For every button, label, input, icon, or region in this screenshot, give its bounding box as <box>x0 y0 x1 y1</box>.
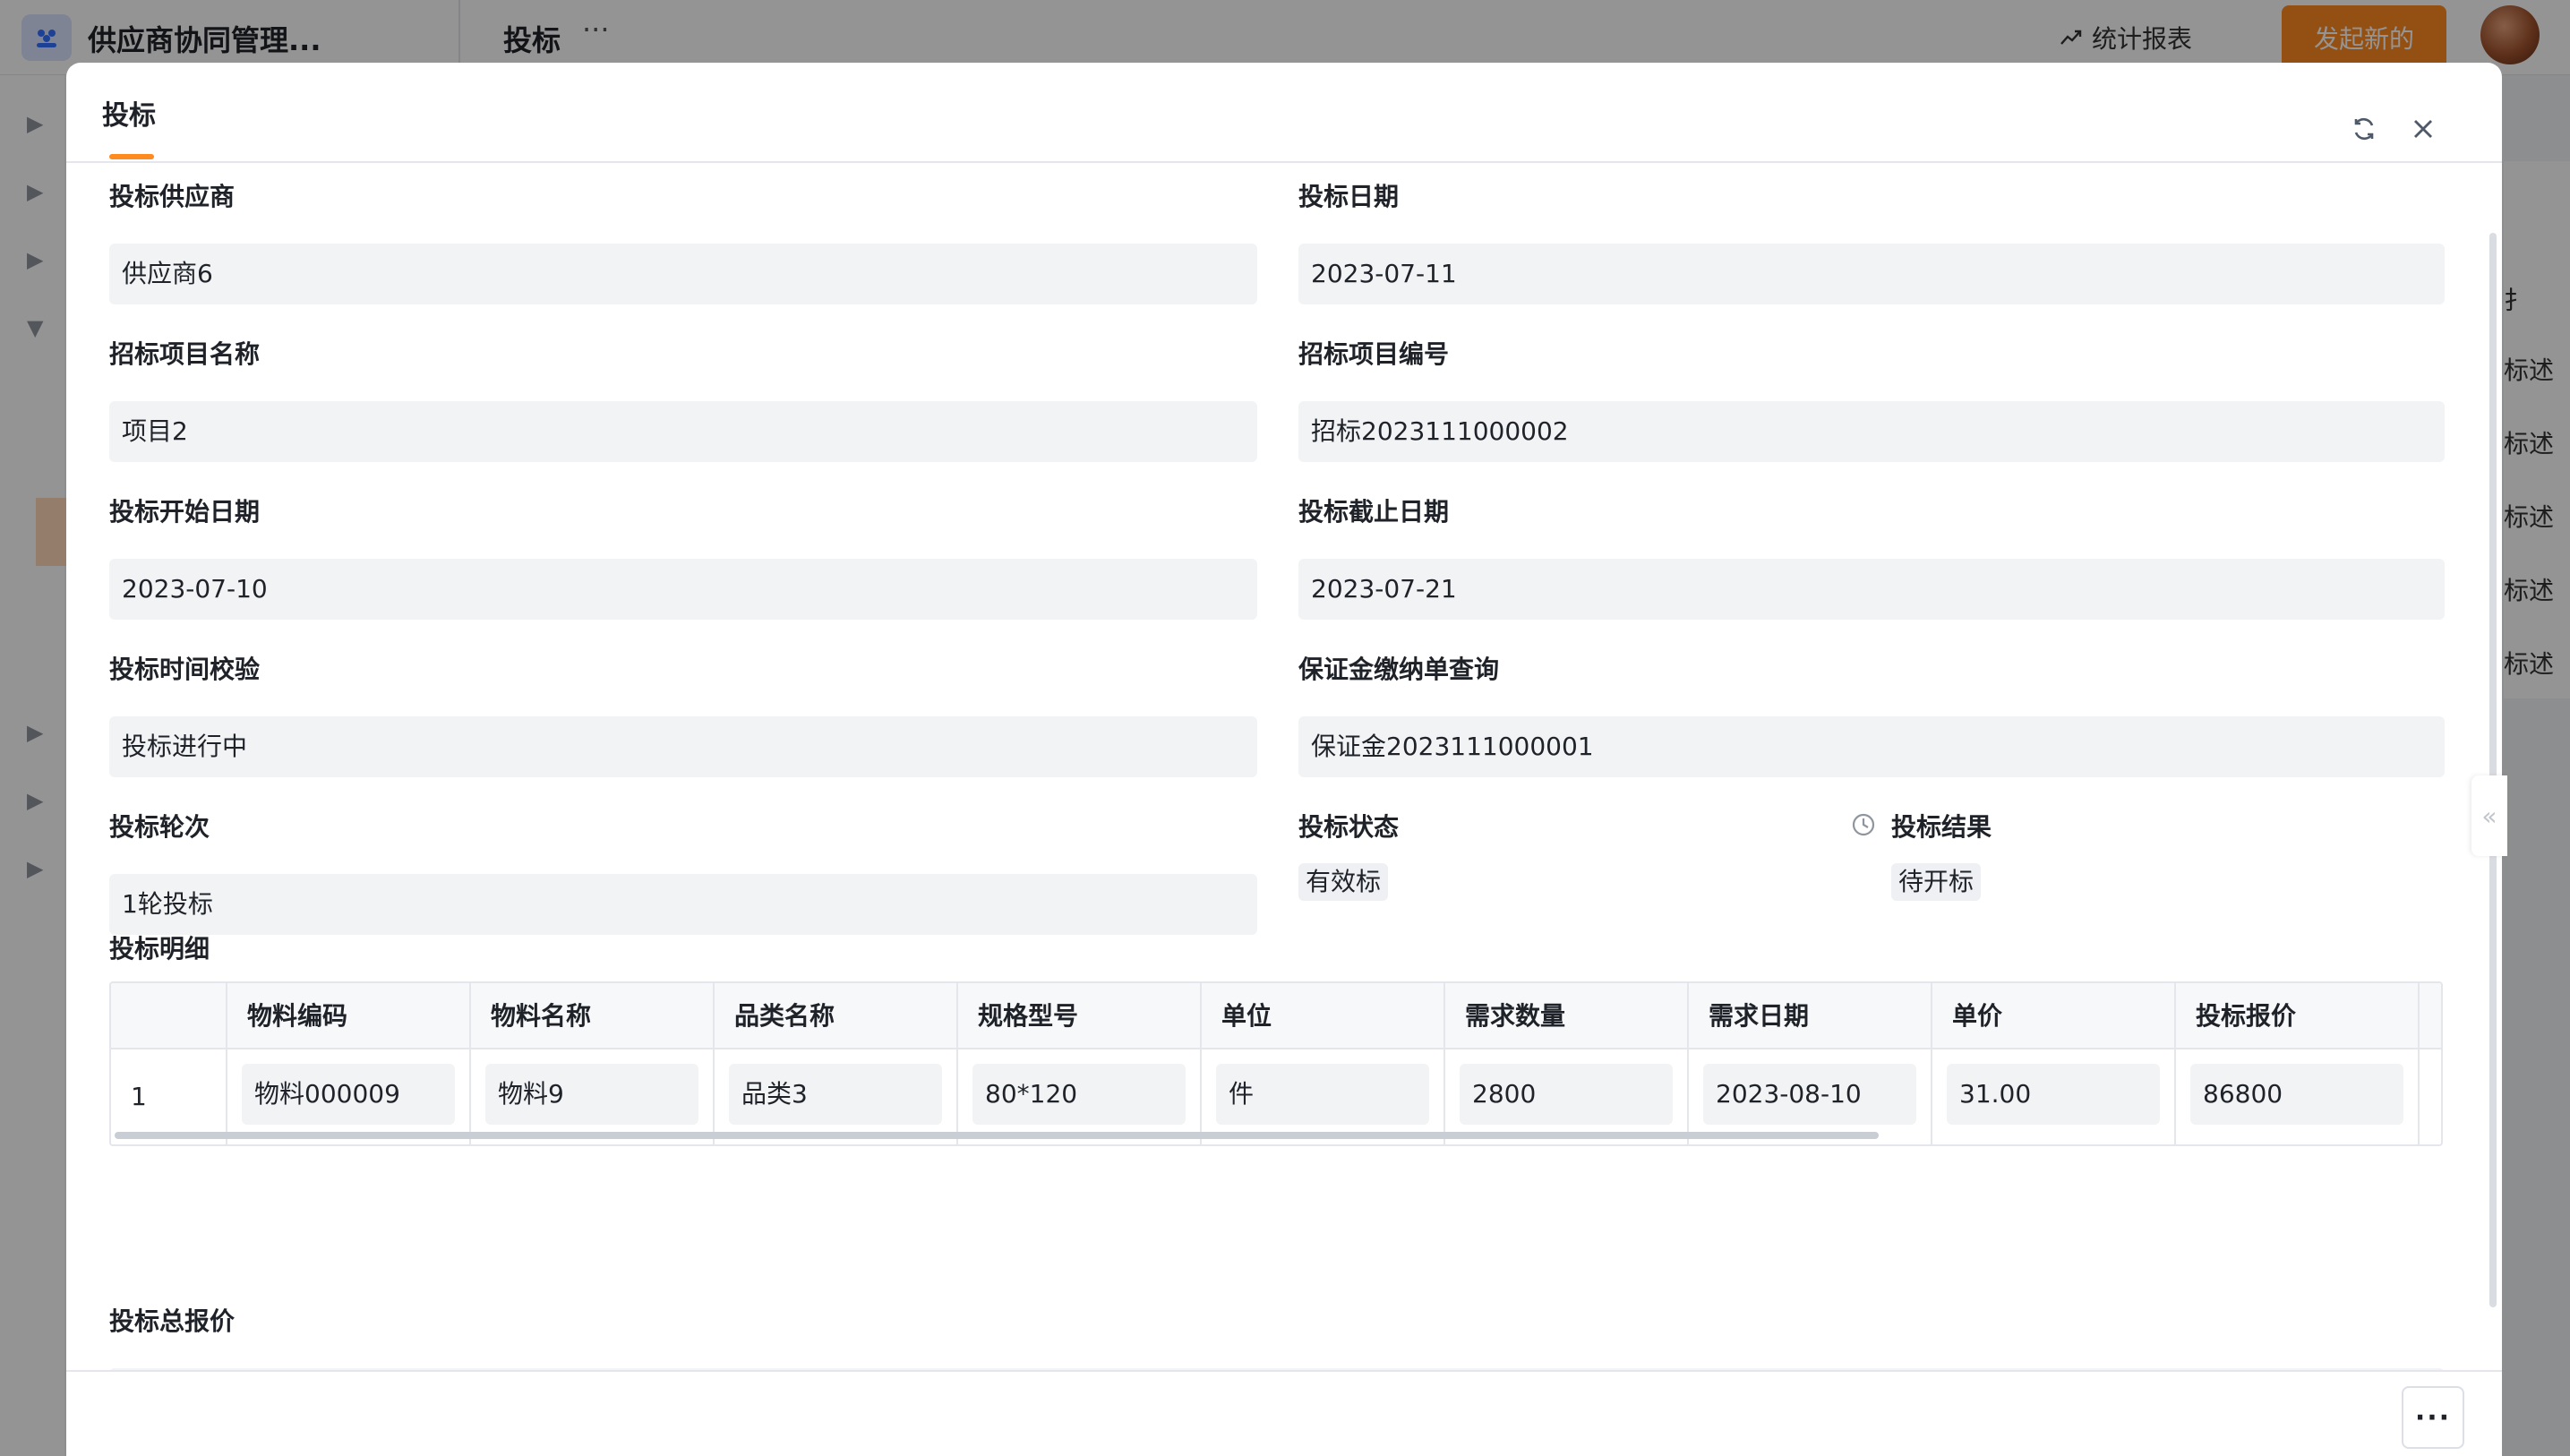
bid-quote-input[interactable]: 86800 <box>2190 1064 2403 1125</box>
table-cell: 2023-08-10 <box>1689 1049 1932 1144</box>
field-label: 投标截止日期 <box>1298 497 1450 527</box>
field-status: 投标状态 有效标 <box>1298 809 1800 901</box>
clock-icon <box>1848 809 1879 840</box>
table-cell: 物料9 <box>471 1049 715 1144</box>
result-badge: 待开标 <box>1891 863 1982 901</box>
table-header-cell: 需求日期 <box>1689 983 1932 1048</box>
table-header-cell: 需求数量 <box>1445 983 1689 1048</box>
project-name-field[interactable]: 项目2 <box>109 401 1257 462</box>
category-name-input[interactable]: 品类3 <box>729 1064 942 1125</box>
field-label: 投标供应商 <box>109 182 236 211</box>
table-cell: 31.00 <box>1932 1049 2176 1144</box>
field-label: 投标开始日期 <box>109 497 261 527</box>
field-label: 投标状态 <box>1298 812 1400 842</box>
field-end-date: 投标截止日期 2023-07-21 <box>1298 494 2445 620</box>
field-label: 保证金缴纳单查询 <box>1298 655 1500 684</box>
project-code-field[interactable]: 招标2023111000002 <box>1298 401 2445 462</box>
unit-input[interactable]: 件 <box>1216 1064 1429 1125</box>
spec-model-input[interactable]: 80*120 <box>972 1064 1186 1125</box>
field-deposit-query: 保证金缴纳单查询 保证金2023111000001 <box>1298 652 2445 777</box>
modal-vertical-scrollbar[interactable] <box>2489 233 2497 1307</box>
status-badge: 有效标 <box>1298 863 1389 901</box>
field-supplier: 投标供应商 供应商6 <box>109 179 1257 304</box>
table-header-cell: 品类名称 <box>715 983 958 1048</box>
start-date-field[interactable]: 2023-07-10 <box>109 559 1257 620</box>
table-header-cell: 单位 <box>1202 983 1445 1048</box>
required-quantity-input[interactable]: 2800 <box>1460 1064 1673 1125</box>
table-header-cell: 投标报价 <box>2176 983 2420 1048</box>
table-header-cell <box>111 983 227 1048</box>
table-cell: 物料000009 <box>227 1049 471 1144</box>
table-cell: 2800 <box>1445 1049 1689 1144</box>
modal-title-underline <box>109 154 154 159</box>
end-date-field[interactable]: 2023-07-21 <box>1298 559 2445 620</box>
table-cell: 品类3 <box>715 1049 958 1144</box>
field-project-code: 招标项目编号 招标2023111000002 <box>1298 337 2445 462</box>
table-header-cell: 单价 <box>1932 983 2176 1048</box>
bid-modal: 投标 投标供应商 供应商6 投标日期 2023-07-11 招标项目名称 项目2… <box>66 63 2502 1456</box>
collapse-panel-icon[interactable]: « <box>2471 775 2507 856</box>
unit-price-input[interactable]: 31.00 <box>1947 1064 2160 1125</box>
table-header-cell: 物料编码 <box>227 983 471 1048</box>
table-horizontal-scrollbar[interactable] <box>115 1132 1879 1139</box>
refresh-icon[interactable] <box>2344 109 2384 149</box>
material-code-input[interactable]: 物料000009 <box>242 1064 455 1125</box>
bid-date-field[interactable]: 2023-07-11 <box>1298 244 2445 304</box>
modal-title: 投标 <box>102 100 156 132</box>
field-label: 投标总报价 <box>109 1306 236 1336</box>
field-round: 投标轮次 1轮投标 <box>109 809 1257 935</box>
supplier-field[interactable]: 供应商6 <box>109 244 1257 304</box>
close-icon[interactable] <box>2403 109 2443 149</box>
field-label: 投标时间校验 <box>109 655 261 684</box>
modal-header: 投标 <box>66 63 2502 163</box>
field-time-check: 投标时间校验 投标进行中 <box>109 652 1257 777</box>
time-check-field[interactable]: 投标进行中 <box>109 716 1257 777</box>
modal-body: 投标供应商 供应商6 投标日期 2023-07-11 招标项目名称 项目2 招标… <box>66 163 2502 1433</box>
field-result: 投标结果 待开标 <box>1891 809 2429 901</box>
deposit-query-field[interactable]: 保证金2023111000001 <box>1298 716 2445 777</box>
required-date-input[interactable]: 2023-08-10 <box>1703 1064 1916 1125</box>
detail-section-label: 投标明细 <box>109 934 210 964</box>
table-grid: 物料编码 物料名称 品类名称 规格型号 单位 需求数量 需求日期 单价 投标报价… <box>111 983 2441 1144</box>
table-header-row: 物料编码 物料名称 品类名称 规格型号 单位 需求数量 需求日期 单价 投标报价 <box>111 983 2441 1049</box>
bid-detail-table: 物料编码 物料名称 品类名称 规格型号 单位 需求数量 需求日期 单价 投标报价… <box>109 981 2443 1146</box>
round-field[interactable]: 1轮投标 <box>109 874 1257 935</box>
table-cell <box>2420 1049 2441 1144</box>
row-index: 1 <box>111 1049 227 1144</box>
modal-footer: ··· <box>66 1370 2502 1456</box>
field-project-name: 招标项目名称 项目2 <box>109 337 1257 462</box>
table-header-cell <box>2420 983 2441 1048</box>
field-label: 招标项目名称 <box>109 339 261 369</box>
table-cell: 86800 <box>2176 1049 2420 1144</box>
field-bid-date: 投标日期 2023-07-11 <box>1298 179 2445 304</box>
field-start-date: 投标开始日期 2023-07-10 <box>109 494 1257 620</box>
more-actions-button[interactable]: ··· <box>2402 1386 2464 1449</box>
table-cell: 件 <box>1202 1049 1445 1144</box>
field-label: 招标项目编号 <box>1298 339 1450 369</box>
field-label: 投标日期 <box>1298 182 1400 211</box>
table-cell: 80*120 <box>958 1049 1202 1144</box>
material-name-input[interactable]: 物料9 <box>485 1064 698 1125</box>
table-header-cell: 规格型号 <box>958 983 1202 1048</box>
table-header-cell: 物料名称 <box>471 983 715 1048</box>
field-label: 投标结果 <box>1891 812 1992 842</box>
table-row: 1 物料000009 物料9 品类3 80*120 件 2800 2023-08… <box>111 1049 2441 1144</box>
field-label: 投标轮次 <box>109 812 210 842</box>
